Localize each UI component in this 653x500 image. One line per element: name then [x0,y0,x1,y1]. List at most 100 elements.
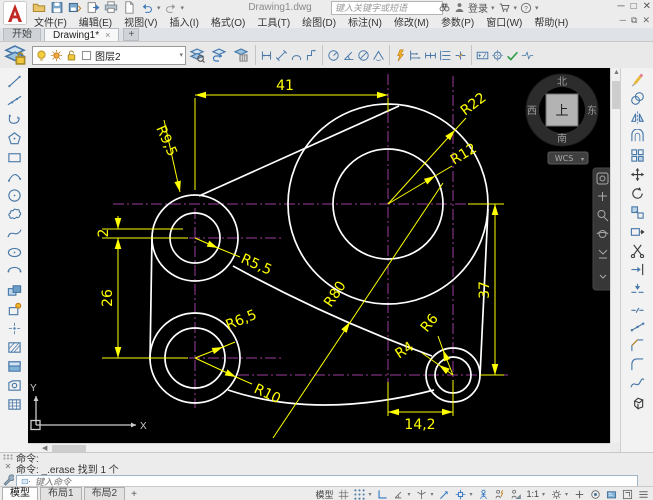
scale-caret-icon[interactable]: ▾ [542,491,548,498]
dim-jog-line-button[interactable] [520,45,535,65]
menu-item-view[interactable]: 视图(V) [118,14,163,29]
grip-icon[interactable] [3,454,13,460]
annotation-visibility-icon[interactable] [476,488,491,500]
extend-tool-icon[interactable] [627,261,647,277]
clean-screen-icon[interactable] [620,488,635,500]
new-drawing-tab-button[interactable]: + [123,28,139,41]
point-tool-icon[interactable] [4,320,24,336]
ellipse-arc-tool-icon[interactable] [4,263,24,279]
insert-block-tool-icon[interactable] [4,282,24,298]
make-object-layer-current-button[interactable] [186,44,208,66]
polyline-tool-icon[interactable] [4,111,24,127]
minimize-button[interactable]: ─ [617,1,624,12]
mdi-close-button[interactable]: ✕ [642,15,650,26]
save-icon[interactable] [49,1,65,14]
scale-tool-icon[interactable] [627,204,647,220]
search-icon[interactable] [438,2,451,13]
break-at-point-tool-icon[interactable] [627,280,647,296]
dim-ordinate-button[interactable] [304,45,319,65]
make-block-tool-icon[interactable] [4,301,24,317]
dim-aligned-button[interactable] [274,45,289,65]
revision-cloud-tool-icon[interactable] [4,206,24,222]
workspace-gear-icon[interactable] [549,488,564,500]
menu-item-file[interactable]: 文件(F) [28,14,73,29]
annotation-scale-icon[interactable] [508,488,523,500]
open-icon[interactable] [31,1,47,14]
gradient-tool-icon[interactable] [4,358,24,374]
dim-angular-button[interactable] [341,45,356,65]
menu-item-draw[interactable]: 绘图(D) [296,14,342,29]
tab-model[interactable]: 模型 [2,487,38,500]
tolerance-button[interactable] [475,45,490,65]
chamfer-tool-icon[interactable] [627,337,647,353]
layer-dropdown-caret-icon[interactable]: ▾ [179,51,183,59]
viewcube[interactable]: 上 北 南 西 东 WCS ▾ [526,74,598,164]
mirror-tool-icon[interactable] [627,109,647,125]
customization-icon[interactable] [636,488,651,500]
center-mark-button[interactable] [490,45,505,65]
layer-properties-button[interactable] [230,44,252,66]
isolate-objects-icon[interactable] [588,488,603,500]
maximize-button[interactable]: □ [631,1,637,12]
isodraft-icon[interactable] [414,488,429,500]
fillet-tool-icon[interactable] [627,356,647,372]
menu-item-parametric[interactable]: 参数(P) [435,14,480,29]
command-close-icon[interactable]: ✕ [5,462,12,471]
help-icon[interactable]: ? [520,2,532,14]
menu-item-window[interactable]: 窗口(W) [480,14,528,29]
menu-item-dimension[interactable]: 标注(N) [342,14,388,29]
offset-tool-icon[interactable] [627,128,647,144]
tab-layout2[interactable]: 布局2 [84,487,126,500]
rotate-tool-icon[interactable] [627,185,647,201]
array-tool-icon[interactable] [627,147,647,163]
menu-item-tools[interactable]: 工具(T) [251,14,296,29]
dim-linear-button[interactable] [259,45,274,65]
search-input[interactable]: 键入关键字或短语 [331,1,443,15]
drawing-canvas[interactable]: 41 2 26 37 14,2 R9,5 R5,5 R6,5 R10 R80 R… [28,68,610,443]
quick-dimension-button[interactable] [393,45,408,65]
menu-item-help[interactable]: 帮助(H) [528,14,574,29]
polygon-tool-icon[interactable] [4,130,24,146]
rectangle-tool-icon[interactable] [4,149,24,165]
tab-close-icon[interactable]: × [105,30,110,40]
viewcube-east[interactable]: 东 [587,104,597,117]
polar-tracking-icon[interactable] [391,488,406,500]
command-input[interactable] [35,477,637,487]
layer-dropdown[interactable]: 图层2 ▾ [32,46,186,65]
layer-lock-icon[interactable] [65,49,78,62]
move-tool-icon[interactable] [627,166,647,182]
sign-in-caret-icon[interactable]: ▾ [491,4,495,12]
export-icon[interactable] [85,1,101,14]
explode-tool-icon[interactable] [627,394,647,410]
ortho-mode-icon[interactable] [375,488,390,500]
line-tool-icon[interactable] [4,73,24,89]
blend-curves-tool-icon[interactable] [627,375,647,391]
arc-tool-icon[interactable] [4,168,24,184]
mdi-restore-button[interactable]: ⧉ [631,15,637,26]
menu-item-modify[interactable]: 修改(M) [388,14,435,29]
join-tool-icon[interactable] [627,318,647,334]
object-snap-icon[interactable] [453,488,468,500]
help-caret-icon[interactable]: ▾ [535,4,539,12]
layer-thaw-icon[interactable] [50,49,63,62]
layer-on-icon[interactable] [35,49,48,62]
menu-item-insert[interactable]: 插入(I) [163,14,204,29]
osnap-caret-icon[interactable]: ▾ [469,491,475,498]
copy-tool-icon[interactable] [627,90,647,106]
object-snap-tracking-icon[interactable] [437,488,452,500]
tab-drawing1[interactable]: Drawing1*× [44,28,119,41]
dim-continue-button[interactable] [423,45,438,65]
viewcube-north[interactable]: 北 [557,76,567,88]
stretch-tool-icon[interactable] [627,223,647,239]
status-model-label[interactable]: 模型 [313,488,335,500]
circle-tool-icon[interactable] [4,187,24,203]
region-tool-icon[interactable] [4,377,24,393]
erase-tool-icon[interactable] [627,71,647,87]
dim-break-button[interactable] [453,45,468,65]
polar-caret-icon[interactable]: ▾ [407,491,413,498]
viewcube-west[interactable]: 西 [527,106,537,117]
layer-color-swatch[interactable] [80,49,93,62]
mdi-minimize-button[interactable]: ─ [620,15,626,26]
ellipse-tool-icon[interactable] [4,244,24,260]
break-tool-icon[interactable] [627,299,647,315]
